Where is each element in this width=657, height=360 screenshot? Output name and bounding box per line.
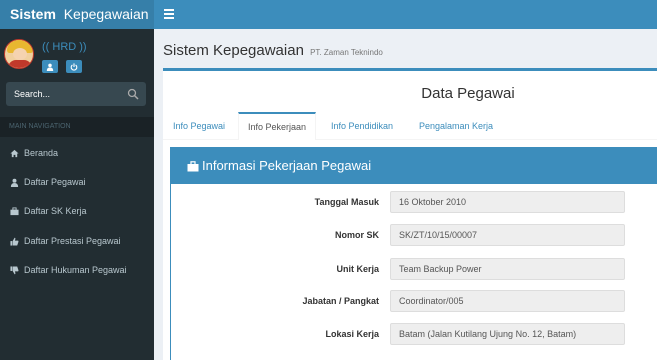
- user-icon: [46, 63, 54, 71]
- sidebar-item-daftar-pegawai[interactable]: Daftar Pegawai: [0, 170, 154, 194]
- avatar: [4, 39, 34, 69]
- panel-title: Informasi Pekerjaan Pegawai: [202, 158, 372, 173]
- field-value-nomor-sk[interactable]: SK/ZT/10/15/00007: [390, 224, 625, 246]
- tab-pengalaman-kerja[interactable]: Pengalaman Kerja: [408, 112, 504, 140]
- tab-info-pendidikan[interactable]: Info Pendidikan: [320, 112, 404, 140]
- thumbs-up-icon: [10, 237, 19, 246]
- brand-rest: Kepegawaian: [63, 6, 149, 22]
- brand-bold: Sistem: [10, 6, 56, 22]
- top-navbar: [154, 0, 657, 29]
- profile-button[interactable]: [42, 60, 58, 73]
- sidebar-toggle-icon[interactable]: [164, 9, 174, 19]
- sidebar-search: [6, 82, 146, 106]
- briefcase-icon: [10, 206, 19, 215]
- sidebar-item-daftar-prestasi[interactable]: Daftar Prestasi Pegawai: [0, 229, 154, 253]
- data-box: Data Pegawai Info Pegawai Info Pekerjaan…: [163, 68, 657, 360]
- sidebar-item-daftar-sk-kerja[interactable]: Daftar SK Kerja: [0, 199, 154, 223]
- user-name: (( HRD )): [42, 41, 87, 53]
- info-panel: Informasi Pekerjaan Pegawai Tanggal Masu…: [170, 147, 657, 360]
- field-value-unit-kerja[interactable]: Team Backup Power: [390, 258, 625, 280]
- field-value-tanggal-masuk[interactable]: 16 Oktober 2010: [390, 191, 625, 213]
- box-title: Data Pegawai: [421, 85, 515, 102]
- logout-button[interactable]: [66, 60, 82, 73]
- search-input[interactable]: [6, 82, 121, 106]
- field-value-lokasi-kerja[interactable]: Batam (Jalan Kutilang Ujung No. 12, Bata…: [390, 323, 625, 345]
- sidebar-item-daftar-hukuman[interactable]: Daftar Hukuman Pegawai: [0, 258, 154, 282]
- power-icon: [70, 62, 78, 71]
- user-icon: [10, 178, 19, 187]
- sidebar: (( HRD )) MAIN NAVIGATION Beranda Daftar…: [0, 29, 154, 360]
- tab-info-pekerjaan[interactable]: Info Pekerjaan: [238, 112, 316, 140]
- search-icon[interactable]: [127, 88, 139, 100]
- field-label: Nomor SK: [334, 230, 379, 240]
- brand-logo[interactable]: Sistem Kepegawaian: [0, 0, 154, 29]
- page-title-text: Sistem Kepegawaian: [163, 42, 304, 59]
- sidebar-item-label: Beranda: [24, 148, 59, 158]
- sidebar-item-label: Daftar Prestasi Pegawai: [24, 236, 121, 246]
- sidebar-item-label: Daftar Pegawai: [24, 177, 86, 187]
- main-content: Sistem Kepegawaian PT. Zaman Teknindo Da…: [154, 29, 657, 360]
- sidebar-item-beranda[interactable]: Beranda: [0, 141, 154, 165]
- field-label: Lokasi Kerja: [325, 329, 379, 339]
- user-panel: (( HRD )): [0, 29, 154, 79]
- field-label: Jabatan / Pangkat: [302, 296, 379, 306]
- home-icon: [10, 149, 19, 157]
- sidebar-item-label: Daftar SK Kerja: [24, 206, 87, 216]
- thumbs-down-icon: [10, 265, 19, 274]
- nav-header: MAIN NAVIGATION: [0, 117, 154, 137]
- field-label: Unit Kerja: [336, 264, 379, 274]
- tab-info-pegawai[interactable]: Info Pegawai: [163, 112, 235, 140]
- page-title: Sistem Kepegawaian PT. Zaman Teknindo: [163, 42, 383, 59]
- briefcase-icon: [187, 160, 199, 171]
- tab-bar: Info Pegawai Info Pekerjaan Info Pendidi…: [163, 112, 657, 140]
- page-subtitle: PT. Zaman Teknindo: [310, 48, 383, 57]
- panel-heading: Informasi Pekerjaan Pegawai: [171, 148, 657, 184]
- field-label: Tanggal Masuk: [314, 197, 379, 207]
- sidebar-item-label: Daftar Hukuman Pegawai: [24, 265, 127, 275]
- field-value-jabatan[interactable]: Coordinator/005: [390, 290, 625, 312]
